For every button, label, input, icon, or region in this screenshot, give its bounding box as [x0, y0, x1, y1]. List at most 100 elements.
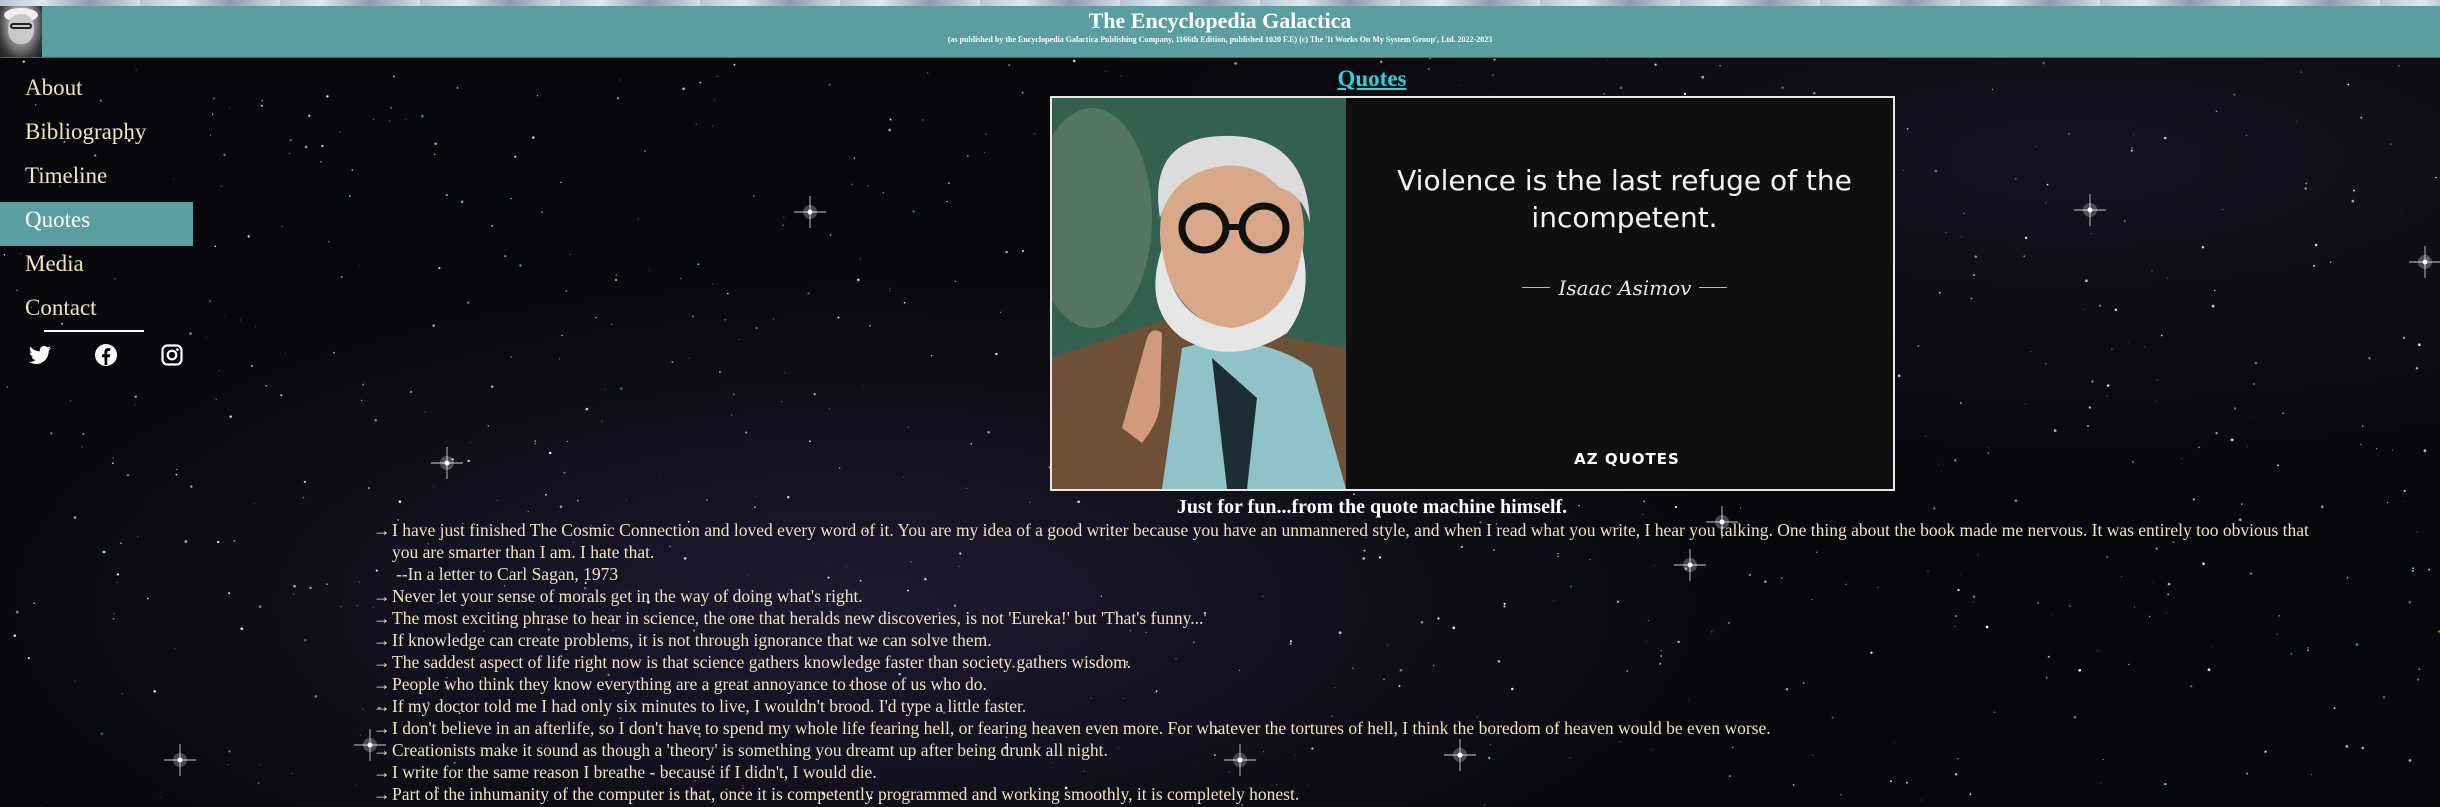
star: [362, 708, 364, 710]
star: [2045, 362, 2047, 365]
star: [487, 425, 489, 427]
star: [1607, 59, 1608, 61]
nav-item-timeline[interactable]: Timeline: [0, 158, 193, 202]
star: [228, 107, 230, 109]
star: [711, 125, 713, 127]
star: [752, 195, 755, 197]
star: [648, 269, 650, 271]
star: [2230, 438, 2234, 442]
star: [510, 197, 512, 200]
star: [438, 267, 441, 270]
twitter-icon[interactable]: [28, 343, 52, 367]
nav-item-contact[interactable]: Contact: [0, 290, 193, 334]
star: [326, 583, 328, 586]
star: [1380, 60, 1383, 63]
arrow-icon: →: [373, 520, 391, 540]
star: [2131, 460, 2134, 463]
star: [912, 210, 916, 213]
star: [2083, 309, 2084, 310]
star: [372, 118, 375, 121]
star: [2106, 395, 2108, 397]
star: [2107, 384, 2110, 387]
star: [2014, 177, 2017, 180]
star: [223, 153, 226, 157]
quote-list-item: → If my doctor told me I had only six min…: [373, 695, 2328, 717]
star: [190, 485, 193, 488]
star: [2130, 149, 2133, 152]
star: [1938, 463, 1940, 465]
instagram-icon[interactable]: [160, 343, 184, 367]
nav-item-quotes[interactable]: Quotes: [0, 202, 193, 246]
star: [863, 385, 865, 387]
star: [280, 394, 283, 397]
star: [467, 301, 470, 304]
section-title: Quotes: [1337, 66, 1407, 91]
quote-text: I write for the same reason I breathe - …: [392, 762, 877, 782]
star: [308, 114, 311, 117]
quote-list-item: → Part of the inhumanity of the computer …: [373, 783, 2328, 805]
quote-list-item: → I write for the same reason I breathe -…: [373, 761, 2328, 783]
star: [857, 278, 860, 282]
star: [2360, 116, 2363, 119]
star: [2087, 425, 2089, 427]
star: [519, 264, 522, 267]
star: [510, 356, 513, 358]
star: [233, 539, 236, 542]
bright-star: [2074, 194, 2106, 226]
star: [688, 357, 690, 359]
star: [221, 185, 222, 187]
star: [2346, 576, 2349, 579]
star: [467, 459, 470, 463]
star: [889, 287, 891, 289]
star: [348, 195, 351, 197]
star: [134, 395, 137, 398]
star: [208, 300, 211, 303]
star: [784, 372, 785, 374]
star: [2314, 243, 2318, 247]
nav-item-bibliography[interactable]: Bibliography: [0, 114, 193, 158]
star: [265, 385, 267, 387]
star: [147, 597, 149, 600]
facebook-icon[interactable]: [94, 343, 118, 367]
star: [2390, 143, 2392, 145]
star: [614, 278, 618, 282]
arrow-icon: →: [373, 630, 391, 650]
star: [2353, 189, 2355, 192]
star: [2042, 61, 2045, 65]
quote-list-item: → The saddest aspect of life right now is…: [373, 651, 2328, 673]
star: [304, 145, 308, 149]
star: [2412, 567, 2415, 570]
star: [215, 398, 217, 401]
nav-divider: [44, 330, 144, 332]
star: [1972, 274, 1975, 276]
star: [561, 334, 563, 337]
star: [1021, 91, 1024, 94]
star: [601, 420, 603, 422]
star: [2408, 759, 2412, 762]
star: [255, 326, 257, 328]
author-photo: [1052, 98, 1346, 489]
star: [421, 114, 424, 118]
star: [1429, 58, 1431, 60]
star: [838, 467, 841, 469]
star: [2329, 261, 2332, 263]
star: [1924, 435, 1926, 437]
star: [566, 440, 569, 443]
star: [281, 226, 283, 227]
star: [783, 216, 785, 218]
featured-quote-text: Violence is the last refuge of the incom…: [1397, 164, 1852, 234]
quote-text: If my doctor told me I had only six minu…: [392, 696, 1027, 716]
star: [2215, 110, 2218, 113]
nav-item-media[interactable]: Media: [0, 246, 193, 290]
star: [2345, 745, 2349, 748]
arrow-icon: →: [373, 652, 391, 672]
star: [2417, 343, 2421, 347]
star: [339, 131, 341, 133]
star: [2423, 449, 2427, 453]
star: [2305, 182, 2308, 185]
quote-list-item: → If knowledge can create problems, it is…: [373, 629, 2328, 651]
star: [289, 139, 292, 142]
site-title: The Encyclopedia Galactica: [1088, 8, 1352, 33]
star: [882, 191, 885, 194]
quote-text: I have just finished The Cosmic Connecti…: [392, 520, 2309, 562]
